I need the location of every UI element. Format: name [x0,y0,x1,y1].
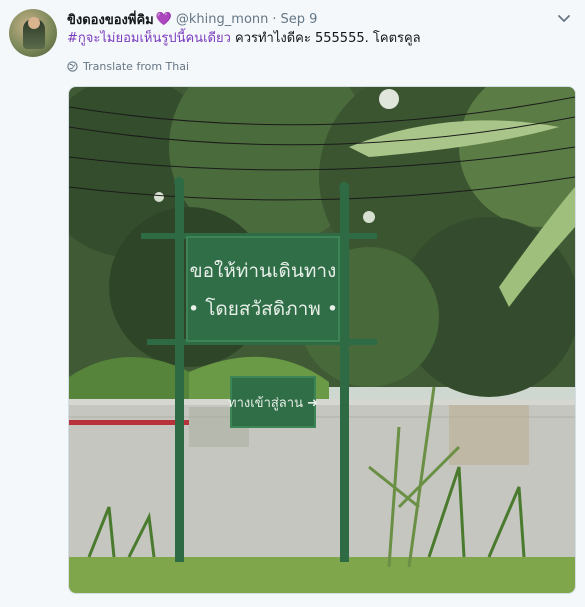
tweet-header: ขิงดองของพี่คิม 💜 @khing_monn · Sep 9 [67,9,317,29]
tweet-date[interactable]: Sep 9 [281,12,318,27]
sign-main-line2: • โดยสวัสดิภาพ • [188,297,338,320]
translate-label: Translate from Thai [83,59,190,73]
tweet-photo[interactable]: ขอให้ท่านเดินทาง • โดยสวัสดิภาพ • ทางเข้… [68,86,576,594]
purple-heart-icon: 💜 [155,11,172,27]
hashtag-link[interactable]: #กูจะไม่ยอมเห็นรูปนี้คนเดียว [67,31,231,46]
chevron-down-icon[interactable] [557,11,571,25]
tweet-card[interactable]: ขิงดองของพี่คิม 💜 @khing_monn · Sep 9 #ก… [0,0,585,607]
avatar-face [28,17,40,29]
display-name[interactable]: ขิงดองของพี่คิม [67,9,154,30]
avatar[interactable] [9,9,57,57]
user-handle[interactable]: @khing_monn [176,12,268,27]
photo-scene: ขอให้ท่านเดินทาง • โดยสวัสดิภาพ • ทางเข้… [69,87,575,593]
translate-link[interactable]: Translate from Thai [67,58,189,74]
separator-dot: · [272,11,277,27]
globe-icon [67,60,78,72]
sign-small-text: ทางเข้าสู่ลาน ➜ [228,396,318,411]
tweet-text: #กูจะไม่ยอมเห็นรูปนี้คนเดียว ควรทำไงดีคะ… [67,30,572,48]
tweet-body: ควรทำไงดีคะ 555555. โคตรคูล [230,31,421,46]
sign-main-line1: ขอให้ท่านเดินทาง [190,260,337,282]
